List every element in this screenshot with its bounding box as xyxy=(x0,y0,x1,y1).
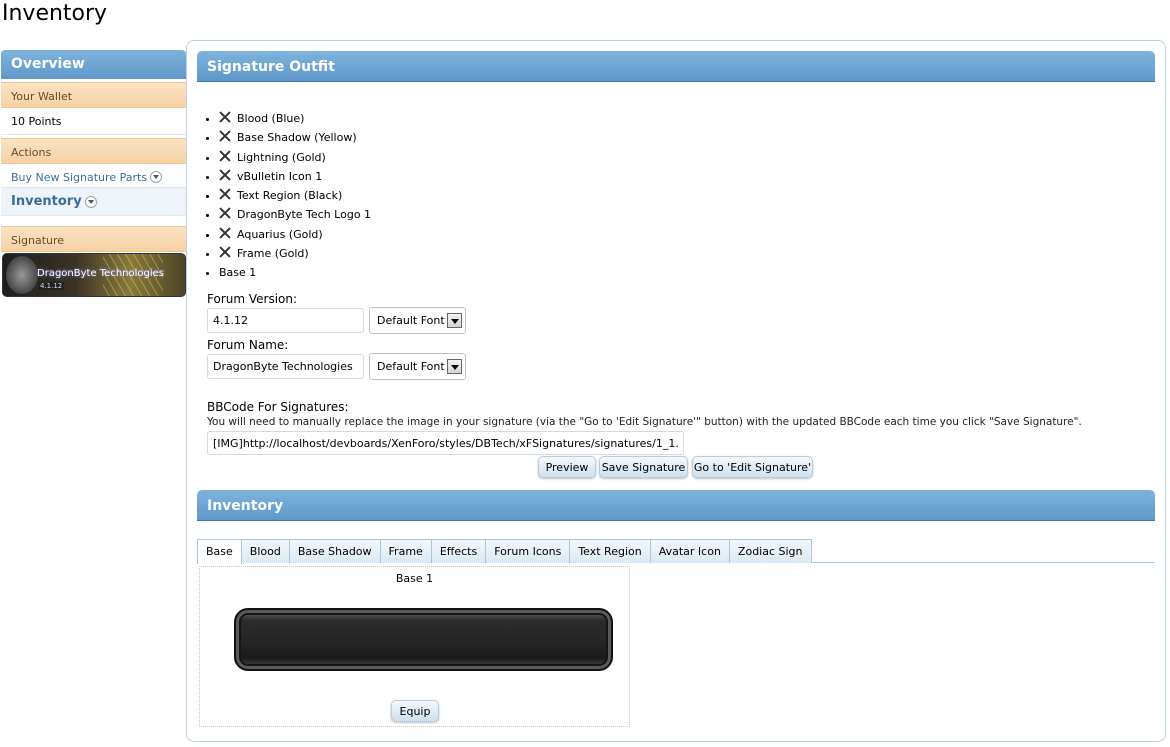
remove-x-icon[interactable] xyxy=(219,150,231,162)
list-item: Base 1 xyxy=(219,263,371,282)
forum-name-font-select[interactable]: Default Font xyxy=(369,353,466,380)
outfit-parts-list: Blood (Blue) Base Shadow (Yellow) Lightn… xyxy=(197,109,371,283)
remove-x-icon[interactable] xyxy=(219,227,231,239)
remove-x-icon[interactable] xyxy=(219,130,231,142)
signature-outfit-heading: Signature Outfit xyxy=(197,51,1155,82)
dropdown-arrow-icon[interactable] xyxy=(447,313,462,328)
remove-x-icon[interactable] xyxy=(219,207,231,219)
signature-preview-image: DragonByte Technologies 4.1.12 xyxy=(2,253,186,297)
preview-button[interactable]: Preview xyxy=(538,456,596,478)
actions-section-header: Actions xyxy=(1,138,186,164)
wallet-section-header: Your Wallet xyxy=(1,82,186,108)
list-item: vBulletin Icon 1 xyxy=(219,167,371,186)
forum-version-input[interactable] xyxy=(207,308,364,333)
tab-text-region[interactable]: Text Region xyxy=(569,539,651,563)
page-title: Inventory xyxy=(2,1,108,26)
forum-name-label: Forum Name: xyxy=(207,338,289,352)
tab-base[interactable]: Base xyxy=(197,539,242,564)
remove-x-icon[interactable] xyxy=(219,246,231,258)
forum-name-input[interactable] xyxy=(207,354,364,379)
sidebar: Overview Your Wallet 10 Points Actions B… xyxy=(1,50,186,297)
part-label: Frame (Gold) xyxy=(237,247,309,261)
forum-name-font-value: Default Font xyxy=(377,360,445,373)
signature-forum-version: 4.1.12 xyxy=(38,282,65,290)
buy-signature-parts-link[interactable]: Buy New Signature Parts xyxy=(1,164,186,188)
bbcode-label: BBCode For Signatures: xyxy=(207,400,349,414)
tab-avatar-icon[interactable]: Avatar Icon xyxy=(649,539,730,563)
remove-x-icon[interactable] xyxy=(219,111,231,123)
tab-zodiac-sign[interactable]: Zodiac Sign xyxy=(728,539,812,563)
remove-x-icon[interactable] xyxy=(219,169,231,181)
bbcode-input[interactable] xyxy=(207,431,684,455)
signature-forum-name: DragonByte Technologies xyxy=(37,268,165,279)
chevron-down-icon[interactable] xyxy=(150,171,163,183)
part-label: Text Region (Black) xyxy=(237,189,343,203)
tab-frame[interactable]: Frame xyxy=(379,539,432,563)
chevron-down-icon[interactable] xyxy=(84,195,97,208)
edit-signature-button[interactable]: Go to 'Edit Signature' xyxy=(692,456,813,478)
signature-section-header: Signature xyxy=(1,226,186,252)
save-signature-button[interactable]: Save Signature xyxy=(599,456,688,478)
list-item: Aquarius (Gold) xyxy=(219,225,371,244)
equip-button[interactable]: Equip xyxy=(391,700,439,722)
list-item: Base Shadow (Yellow) xyxy=(219,128,371,147)
sidebar-overview-heading[interactable]: Overview xyxy=(1,50,186,79)
item-name: Base 1 xyxy=(395,572,434,585)
tab-blood[interactable]: Blood xyxy=(240,539,290,563)
main-panel: Signature Outfit Blood (Blue) Base Shado… xyxy=(186,40,1166,742)
part-label: vBulletin Icon 1 xyxy=(237,169,323,183)
wallet-points: 10 Points xyxy=(1,108,186,135)
dragon-logo-icon xyxy=(6,256,38,294)
tab-effects[interactable]: Effects xyxy=(430,539,487,563)
part-label: Base Shadow (Yellow) xyxy=(237,131,357,145)
list-item: DragonByte Tech Logo 1 xyxy=(219,205,371,224)
base-item-image xyxy=(234,608,613,671)
remove-x-icon[interactable] xyxy=(219,188,231,200)
tab-base-shadow[interactable]: Base Shadow xyxy=(288,539,381,563)
forum-version-label: Forum Version: xyxy=(207,292,298,306)
inventory-link-label: Inventory xyxy=(11,194,82,209)
forum-version-font-value: Default Font xyxy=(377,314,445,327)
list-item: Frame (Gold) xyxy=(219,244,371,263)
dropdown-arrow-icon[interactable] xyxy=(447,359,462,374)
bbcode-note: You will need to manually replace the im… xyxy=(207,416,1082,428)
list-item: Blood (Blue) xyxy=(219,109,371,128)
buy-signature-parts-label: Buy New Signature Parts xyxy=(11,170,148,184)
tab-forum-icons[interactable]: Forum Icons xyxy=(485,539,571,563)
part-label: Base 1 xyxy=(219,266,257,280)
part-label: DragonByte Tech Logo 1 xyxy=(237,208,372,222)
list-item: Text Region (Black) xyxy=(219,186,371,205)
inventory-item-card: Base 1 Equip xyxy=(199,566,630,727)
inventory-heading: Inventory xyxy=(197,490,1155,521)
part-label: Blood (Blue) xyxy=(237,112,305,125)
inventory-tabs: Base Blood Base Shadow Frame Effects For… xyxy=(197,539,1155,564)
part-label: Aquarius (Gold) xyxy=(237,227,323,241)
inventory-link[interactable]: Inventory xyxy=(1,188,186,216)
part-label: Lightning (Gold) xyxy=(237,150,326,164)
list-item: Lightning (Gold) xyxy=(219,148,371,167)
forum-version-font-select[interactable]: Default Font xyxy=(369,307,466,334)
